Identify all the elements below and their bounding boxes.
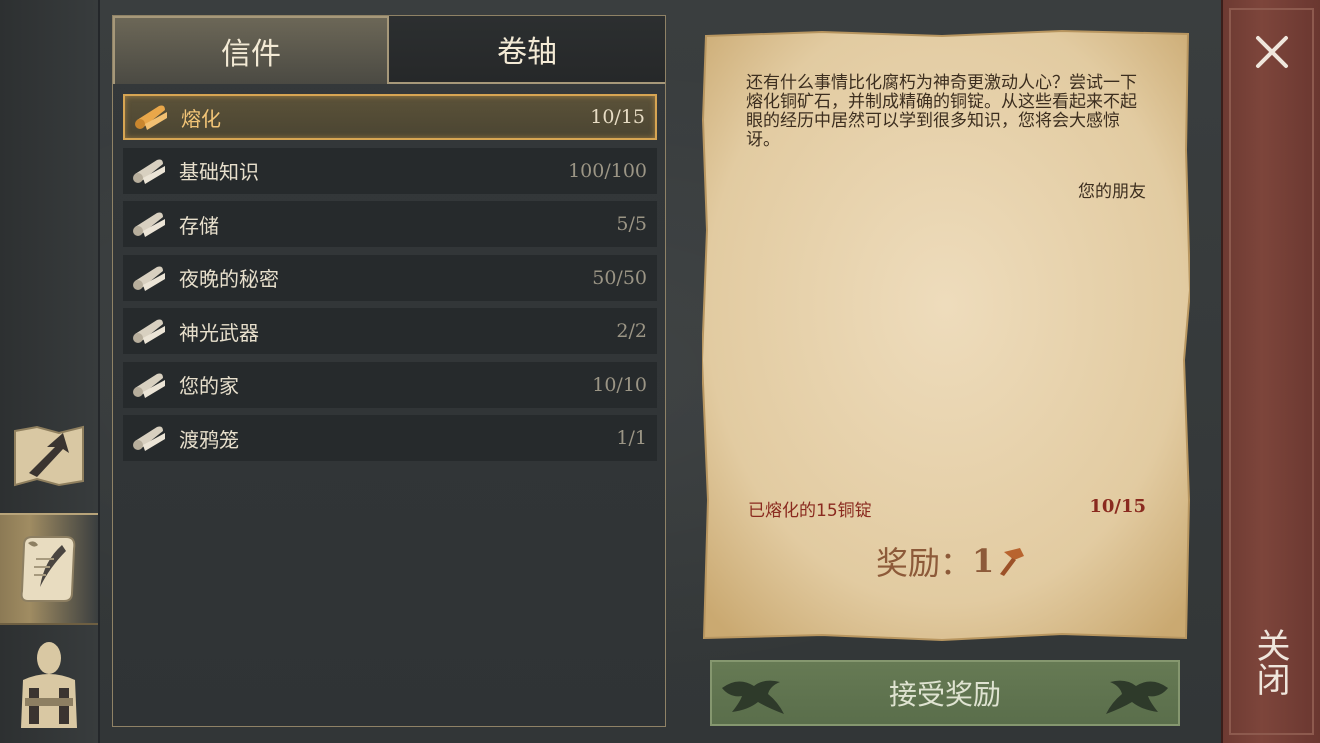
- list-item-label: 熔化: [181, 106, 221, 131]
- close-bar-frame: [1229, 8, 1314, 735]
- list-item[interactable]: 基础知识 100/100: [123, 147, 657, 194]
- list-item[interactable]: 存储 5/5: [123, 201, 657, 247]
- accept-reward-button[interactable]: 接受奖励: [710, 660, 1180, 726]
- reward-label: 奖励：: [876, 544, 973, 582]
- letters-button[interactable]: [0, 513, 98, 625]
- task-progress: 10/15: [1089, 496, 1146, 517]
- tab-bar: 信件 卷轴: [113, 16, 665, 84]
- list-item-progress: 5/5: [616, 213, 647, 235]
- character-icon: [21, 642, 77, 728]
- map-button[interactable]: [0, 400, 98, 512]
- list-item-progress: 10/10: [592, 373, 647, 396]
- list-item[interactable]: 神光武器 2/2: [123, 308, 657, 354]
- letter-signature: 您的朋友: [1078, 182, 1146, 202]
- list-item-label: 您的家: [179, 374, 239, 398]
- raven-icon: [722, 680, 784, 714]
- scroll-icon: [133, 319, 165, 344]
- scroll-icon: [133, 426, 165, 451]
- tab-letters[interactable]: 信件: [113, 16, 389, 84]
- list-item-progress: 10/15: [590, 106, 645, 128]
- accept-reward-label: 接受奖励: [888, 678, 1001, 711]
- map-arrow-icon: [14, 425, 84, 487]
- list-item-progress: 1/1: [616, 427, 647, 449]
- task-label: 已熔化的15铜锭: [748, 501, 872, 521]
- scroll-icon: [133, 159, 165, 184]
- list-item-label: 渡鸦笼: [179, 427, 239, 452]
- letter-quill-icon: [20, 536, 76, 602]
- list-item[interactable]: 夜晚的秘密 50/50: [123, 254, 657, 301]
- list-item-label: 夜晚的秘密: [179, 267, 279, 291]
- scroll-icon: [133, 266, 165, 291]
- reward-display: 奖励： 1: [876, 538, 1028, 584]
- close-label[interactable]: 关闭: [1248, 628, 1292, 696]
- list-item[interactable]: 您的家 10/10: [123, 361, 657, 408]
- character-button[interactable]: [0, 628, 98, 740]
- list-item[interactable]: 熔化 10/15: [123, 94, 657, 140]
- scroll-icon: [133, 373, 165, 398]
- raven-icon: [1106, 680, 1168, 714]
- left-rail: [0, 0, 100, 743]
- close-icon[interactable]: [1248, 28, 1296, 76]
- list-item[interactable]: 渡鸦笼 1/1: [123, 415, 657, 461]
- scroll-icon: [135, 105, 167, 130]
- letter-body: 还有什么事情比化腐朽为神奇更激动人心？尝试一下熔化铜矿石，并制成精确的铜锭。从这…: [746, 73, 1137, 150]
- list-item-progress: 50/50: [592, 266, 647, 289]
- list-item-label: 神光武器: [179, 320, 259, 345]
- list-item-progress: 100/100: [568, 159, 647, 182]
- list-item-label: 基础知识: [179, 160, 259, 184]
- reward-value: 1: [972, 542, 995, 580]
- tab-scrolls[interactable]: 卷轴: [389, 16, 665, 84]
- list-item-progress: 2/2: [616, 320, 647, 342]
- letters-list: 熔化 10/15 基础知识 100/100 存储 5/5 夜晚的秘密 50/50…: [123, 94, 657, 469]
- scroll-icon: [133, 212, 165, 237]
- letters-panel: 信件 卷轴 熔化 10/15 基础知识 100/100 存储 5/5 夜晚的秘密…: [112, 15, 666, 727]
- hammer-icon: [1000, 548, 1025, 576]
- list-item-label: 存储: [179, 213, 219, 238]
